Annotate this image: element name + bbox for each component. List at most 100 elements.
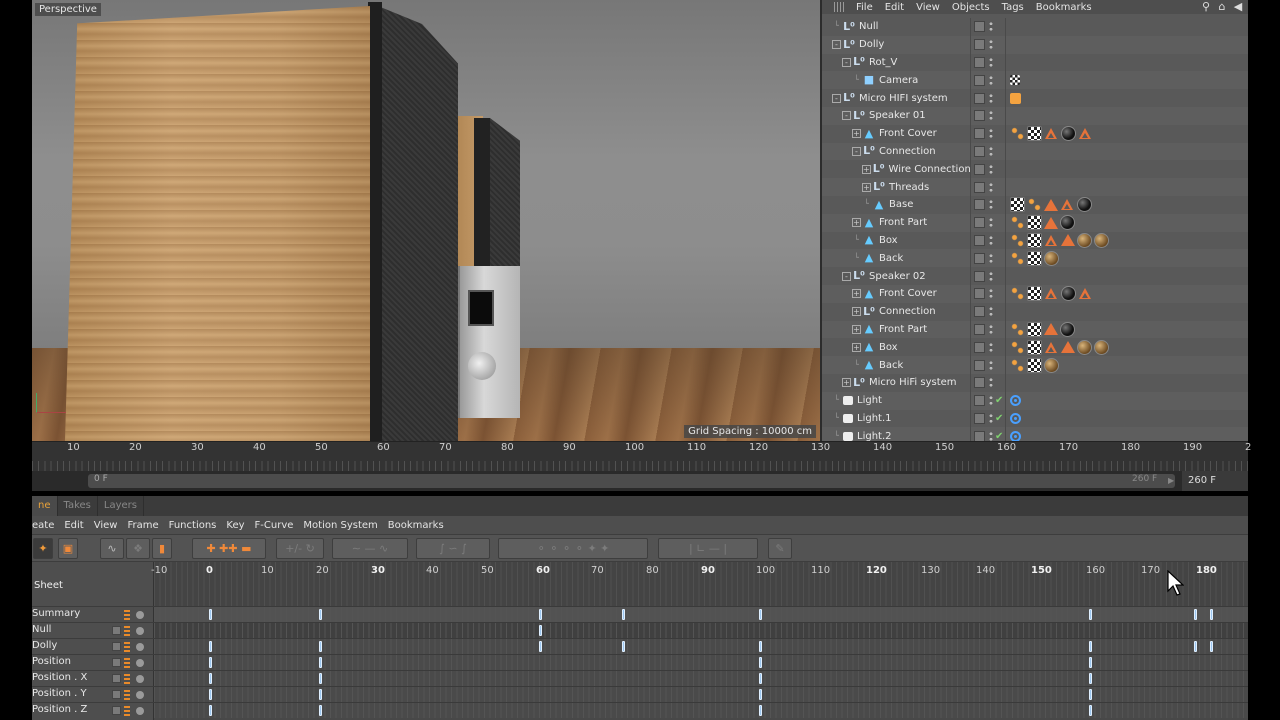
keyframe[interactable] (319, 609, 322, 620)
keyframe[interactable] (759, 689, 762, 700)
keyframe[interactable] (621, 641, 625, 652)
track-name-row[interactable]: Position . Y (32, 686, 154, 702)
object-row[interactable]: └ ▲ Back (822, 249, 1248, 268)
uv-tag-icon[interactable] (1010, 357, 1025, 373)
track-enable-dot[interactable] (136, 707, 144, 715)
visibility-dots[interactable] (989, 56, 993, 68)
visibility-dots[interactable] (989, 252, 993, 264)
object-name[interactable]: Light.2 (857, 431, 892, 441)
object-row[interactable]: - L⁰ Dolly (822, 35, 1248, 54)
visibility-dots[interactable] (989, 412, 993, 424)
menu-bookmarks[interactable]: Bookmarks (388, 520, 444, 531)
layer-box[interactable] (974, 21, 985, 33)
layer-box[interactable] (974, 128, 985, 140)
menu-file[interactable]: File (856, 2, 873, 13)
menu-create[interactable]: eate (32, 520, 54, 531)
layer-box[interactable] (974, 163, 985, 175)
add-key-buttons[interactable]: ✚ ✚✚ ▬ (192, 538, 266, 559)
object-name[interactable]: Back (879, 360, 903, 371)
target-tag-icon[interactable] (1010, 395, 1021, 407)
keyframe[interactable] (1210, 609, 1213, 620)
uv-tag-icon[interactable] (1027, 197, 1042, 213)
keyframe[interactable] (319, 705, 322, 716)
object-name[interactable]: Front Cover (879, 288, 937, 299)
visibility-dots[interactable] (989, 217, 993, 229)
uv-tag-icon[interactable] (1010, 339, 1025, 355)
tab-takes[interactable]: Takes (58, 496, 98, 516)
expand-icon[interactable]: + (852, 324, 861, 334)
panel-grip-icon[interactable] (834, 2, 846, 12)
keyframe[interactable] (759, 609, 762, 620)
compositing-tag-icon[interactable] (1010, 92, 1021, 104)
interpolation-icons[interactable]: ∼ — ∿ (332, 538, 408, 559)
visibility-dots[interactable] (989, 341, 993, 353)
object-name[interactable]: Camera (879, 75, 918, 86)
key-tools-icons[interactable]: ⚬ ⚬ ⚬ ⚬ ✦ ✦ (498, 538, 648, 559)
visibility-dots[interactable] (989, 21, 993, 33)
visibility-dots[interactable] (989, 234, 993, 246)
object-name[interactable]: Front Part (879, 217, 927, 228)
track-lane[interactable] (154, 686, 1248, 702)
keyframe[interactable] (1089, 641, 1092, 652)
object-row[interactable]: + ▲ Front Cover (822, 124, 1248, 143)
menu-edit[interactable]: Edit (885, 2, 904, 13)
search-icon[interactable]: ⚲ (1200, 1, 1212, 13)
object-name[interactable]: Front Part (879, 324, 927, 335)
fcurve-mode-icon[interactable]: ▣ (58, 538, 78, 559)
object-row[interactable]: └ ■ Camera (822, 71, 1248, 90)
checker-tag-icon[interactable] (1027, 232, 1042, 248)
checker-tag-icon[interactable] (1027, 126, 1042, 142)
uv-tag-icon[interactable] (1010, 286, 1025, 302)
visibility-dots[interactable] (989, 359, 993, 371)
time-offset-icon[interactable]: +/- ↻ (276, 538, 324, 559)
checker-tag-icon[interactable] (1027, 286, 1042, 302)
object-name[interactable]: Rot_V (869, 57, 897, 68)
track-enable-dot[interactable] (136, 627, 144, 635)
keyframe[interactable] (1089, 705, 1092, 716)
object-row[interactable]: - L⁰ Rot_V (822, 53, 1248, 72)
expand-icon[interactable]: + (852, 342, 861, 352)
object-row[interactable]: - L⁰ Connection (822, 142, 1248, 161)
tangent-icons[interactable]: ∫ ∽ ∫ (416, 538, 490, 559)
target-tag-icon[interactable] (1010, 430, 1021, 441)
expand-icon[interactable]: + (842, 378, 851, 388)
menu-functions[interactable]: Functions (169, 520, 217, 531)
visibility-dots[interactable] (989, 395, 993, 407)
ball-gold-tag-icon[interactable] (1044, 250, 1059, 266)
checker-tag-icon[interactable] (1010, 197, 1025, 213)
menu-f-curve[interactable]: F-Curve (255, 520, 294, 531)
keyframe[interactable] (539, 625, 542, 636)
object-row[interactable]: + ▲ Box (822, 338, 1248, 357)
layer-box[interactable] (974, 288, 985, 300)
object-row[interactable]: └ ▲ Back (822, 356, 1248, 374)
visibility-dots[interactable] (989, 430, 993, 441)
keyframe[interactable] (1089, 689, 1092, 700)
track-name-row[interactable]: Dolly (32, 638, 154, 654)
ball-black-tag-icon[interactable] (1077, 197, 1092, 213)
object-name[interactable]: Speaker 02 (869, 271, 926, 282)
visibility-dots[interactable] (989, 377, 993, 389)
object-name[interactable]: Null (859, 21, 878, 32)
menu-view[interactable]: View (916, 2, 940, 13)
range-right-arrow-icon[interactable]: ▶ (1168, 476, 1174, 485)
layer-box[interactable] (974, 145, 985, 157)
object-row[interactable]: + ▲ Front Part (822, 213, 1248, 232)
keyframe[interactable] (759, 657, 762, 668)
track-name-row[interactable]: Position (32, 654, 154, 670)
track-name-row[interactable]: Summary (32, 606, 154, 622)
keyframe[interactable] (319, 657, 322, 668)
keyframe[interactable] (209, 673, 212, 684)
layer-box[interactable] (974, 181, 985, 193)
keyframe[interactable] (539, 609, 542, 620)
track-layer-box[interactable] (112, 642, 121, 651)
object-row[interactable]: + L⁰ Micro HiFi system (822, 373, 1248, 392)
object-row[interactable]: └ Light.1 ✔ (822, 409, 1248, 428)
tri-o-tag-icon[interactable] (1044, 198, 1058, 211)
layer-box[interactable] (974, 306, 985, 318)
collapse-icon[interactable]: - (832, 93, 841, 103)
ball-gold-tag-icon[interactable] (1094, 339, 1109, 355)
back-icon[interactable]: ◀ (1232, 1, 1244, 13)
layer-box[interactable] (974, 56, 985, 68)
layer-box[interactable] (974, 412, 985, 424)
layer-box[interactable] (974, 92, 985, 104)
